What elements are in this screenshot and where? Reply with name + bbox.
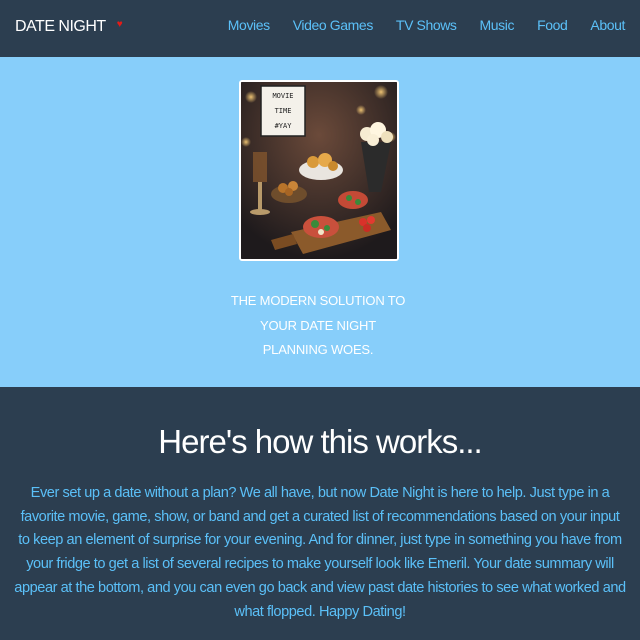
tagline-line: YOUR DATE NIGHT — [260, 317, 376, 333]
nav-link-tv-shows[interactable]: TV Shows — [396, 17, 457, 33]
tagline-line: PLANNING WOES. — [262, 342, 374, 357]
how-it-works-title: Here's how this works... — [158, 423, 482, 460]
nav-link-video-games[interactable]: Video Games — [293, 17, 374, 33]
hero-image: MOVIE TIME #YAY — [239, 80, 399, 261]
movie-night-food-photo: MOVIE TIME #YAY — [241, 82, 397, 259]
svg-text:MOVIE: MOVIE — [272, 92, 293, 100]
navbar: DATE NIGHT ♥ Movies Video Games TV Shows… — [0, 0, 640, 57]
svg-text:#YAY: #YAY — [275, 122, 293, 130]
nav-link-food[interactable]: Food — [537, 17, 568, 33]
brand-link[interactable]: DATE NIGHT ♥ — [15, 18, 123, 36]
nav-link-music[interactable]: Music — [480, 17, 515, 33]
how-it-works-section: Here's how this works... Ever set up a d… — [0, 387, 640, 640]
heart-icon: ♥ — [116, 18, 123, 30]
how-it-works-description: Ever set up a date without a plan? We al… — [14, 485, 626, 620]
hero-section: MOVIE TIME #YAY THE MODERN SOLUTION TO Y… — [0, 57, 640, 387]
nav-link-movies[interactable]: Movies — [228, 17, 270, 33]
tagline-line: THE MODERN SOLUTION TO — [230, 293, 406, 308]
brand-name: DATE NIGHT — [15, 18, 106, 35]
nav-links: Movies Video Games TV Shows Music Food A… — [228, 17, 626, 33]
hero-tagline: THE MODERN SOLUTION TO YOUR DATE NIGHT P… — [200, 289, 436, 363]
svg-text:TIME: TIME — [275, 107, 292, 115]
nav-link-about[interactable]: About — [590, 17, 625, 33]
